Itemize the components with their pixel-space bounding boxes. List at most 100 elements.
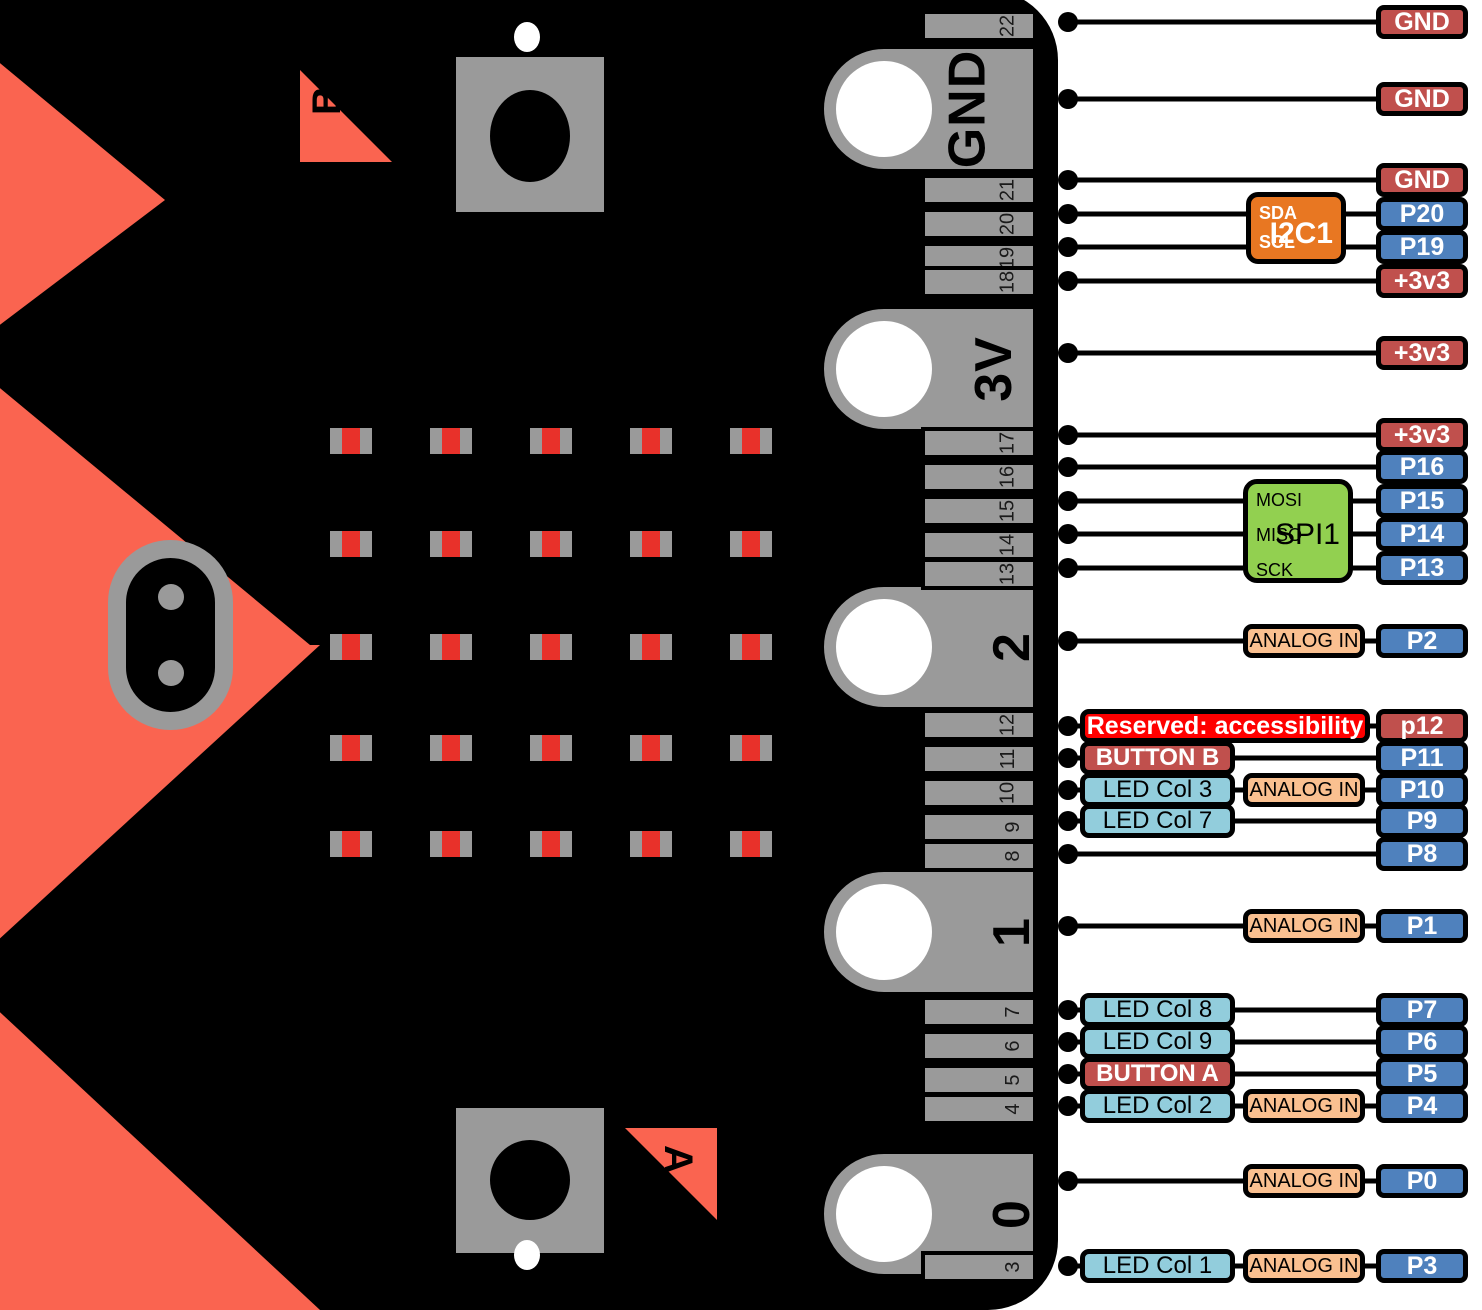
led-pixel-core: [642, 831, 660, 857]
pin-label-p8[interactable]: P8: [1376, 837, 1468, 871]
pad-14[interactable]: 14: [921, 529, 1037, 561]
pin-label-gnd[interactable]: GND: [1376, 82, 1468, 116]
pin-label-p6[interactable]: P6: [1376, 1025, 1468, 1059]
pin-label-gnd[interactable]: GND: [1376, 163, 1468, 197]
led-pixel: [530, 428, 572, 454]
led-pixel: [730, 831, 772, 857]
led-pixel-core: [342, 831, 360, 857]
connection-wire: [1066, 638, 1243, 644]
pin-label-p0[interactable]: P0: [1376, 1164, 1468, 1198]
pad-9[interactable]: 9: [921, 811, 1037, 843]
pad-11[interactable]: 11: [921, 743, 1037, 775]
pin-label-p13[interactable]: P13: [1376, 551, 1468, 585]
pin-label-p4[interactable]: P4: [1376, 1089, 1468, 1123]
button-b-cap[interactable]: [490, 90, 570, 182]
pad-16[interactable]: 16: [921, 461, 1037, 493]
pad-number: 9: [1001, 821, 1024, 833]
pad-number: 16: [996, 465, 1019, 489]
pad-22[interactable]: 22: [921, 10, 1037, 42]
led-pixel: [630, 428, 672, 454]
touch-logo[interactable]: [108, 540, 233, 730]
pad-number: 7: [1001, 1006, 1024, 1018]
pin-label-p12[interactable]: p12: [1376, 709, 1468, 743]
function-tag-button[interactable]: BUTTON B: [1080, 741, 1235, 775]
function-tag-led[interactable]: LED Col 7: [1080, 804, 1235, 838]
pin-label-p10[interactable]: P10: [1376, 773, 1468, 807]
pad-6[interactable]: 6: [921, 1030, 1037, 1062]
pin-label-+3v3[interactable]: +3v3: [1376, 336, 1468, 370]
pin-label-p16[interactable]: P16: [1376, 450, 1468, 484]
led-pixel: [330, 634, 372, 660]
led-pixel-core: [642, 428, 660, 454]
pin-label-p7[interactable]: P7: [1376, 993, 1468, 1027]
pin-label-p19[interactable]: P19: [1376, 230, 1468, 264]
pin-label-p5[interactable]: P5: [1376, 1057, 1468, 1091]
pad-21[interactable]: 21: [921, 174, 1037, 206]
connection-wire: [1235, 787, 1243, 793]
led-pixel: [430, 735, 472, 761]
connection-wire: [1066, 1007, 1080, 1013]
pad-2[interactable]: 2: [820, 583, 1041, 711]
led-pixel-core: [442, 634, 460, 660]
pad-5[interactable]: 5: [921, 1064, 1037, 1096]
button-a-cap[interactable]: [490, 1140, 570, 1220]
pad-hole: [836, 884, 932, 980]
pad-number: 22: [996, 14, 1019, 38]
i2c1-block[interactable]: SDA SCL I2C1: [1246, 192, 1346, 264]
led-pixel: [330, 735, 372, 761]
function-tag-reserved[interactable]: Reserved: accessibility: [1080, 709, 1370, 743]
pin-label-p11[interactable]: P11: [1376, 741, 1468, 775]
function-tag-led[interactable]: LED Col 3: [1080, 773, 1235, 807]
pin-label-p2[interactable]: P2: [1376, 624, 1468, 658]
connection-wire: [1066, 177, 1376, 183]
connection-wire: [1066, 96, 1376, 102]
pad-3[interactable]: 3: [921, 1251, 1037, 1283]
led-pixel-core: [442, 735, 460, 761]
pin-label-+3v3[interactable]: +3v3: [1376, 418, 1468, 452]
pin-label-p3[interactable]: P3: [1376, 1249, 1468, 1283]
led-pixel: [330, 831, 372, 857]
function-tag-analog[interactable]: ANALOG IN: [1243, 909, 1365, 943]
pin-label-p20[interactable]: P20: [1376, 197, 1468, 231]
pin-label-p9[interactable]: P9: [1376, 804, 1468, 838]
connection-wire: [1066, 1263, 1080, 1269]
led-pixel: [430, 531, 472, 557]
connection-wire: [1066, 278, 1376, 284]
spi1-block[interactable]: SPI1 MOSI MISO SCK: [1243, 479, 1353, 583]
pad-15[interactable]: 15: [921, 495, 1037, 527]
function-tag-analog[interactable]: ANALOG IN: [1243, 773, 1365, 807]
function-tag-analog[interactable]: ANALOG IN: [1243, 1089, 1365, 1123]
pin-label-p1[interactable]: P1: [1376, 909, 1468, 943]
function-tag-led[interactable]: LED Col 8: [1080, 993, 1235, 1027]
led-pixel: [730, 428, 772, 454]
led-pixel-core: [342, 735, 360, 761]
function-tag-analog[interactable]: ANALOG IN: [1243, 624, 1365, 658]
pad-13[interactable]: 13: [921, 558, 1037, 590]
function-tag-analog[interactable]: ANALOG IN: [1243, 1164, 1365, 1198]
pad-10[interactable]: 10: [921, 777, 1037, 809]
pad-12[interactable]: 12: [921, 709, 1037, 741]
pad-hole: [836, 321, 932, 417]
pad-gnd[interactable]: GND: [820, 45, 1037, 173]
pad-label: GND: [938, 49, 997, 169]
pin-label-gnd[interactable]: GND: [1376, 5, 1468, 39]
connection-wire: [1235, 1263, 1243, 1269]
function-tag-button[interactable]: BUTTON A: [1080, 1057, 1235, 1091]
function-tag-led[interactable]: LED Col 9: [1080, 1025, 1235, 1059]
pad-3v[interactable]: 3V: [820, 305, 1037, 433]
function-tag-led[interactable]: LED Col 2: [1080, 1089, 1235, 1123]
pin-label-p14[interactable]: P14: [1376, 517, 1468, 551]
function-tag-analog[interactable]: ANALOG IN: [1243, 1249, 1365, 1283]
pad-4[interactable]: 4: [921, 1093, 1037, 1125]
pin-label-+3v3[interactable]: +3v3: [1376, 264, 1468, 298]
pad-20[interactable]: 20: [921, 208, 1037, 240]
pad-number: 17: [996, 431, 1019, 455]
connection-wire: [1235, 1039, 1376, 1045]
pad-17[interactable]: 17: [921, 427, 1037, 459]
pad-1[interactable]: 1: [820, 868, 1041, 996]
pad-7[interactable]: 7: [921, 996, 1037, 1028]
pad-8[interactable]: 8: [921, 840, 1037, 872]
pin-label-p15[interactable]: P15: [1376, 484, 1468, 518]
pad-18[interactable]: 18: [921, 266, 1037, 298]
function-tag-led[interactable]: LED Col 1: [1080, 1249, 1235, 1283]
